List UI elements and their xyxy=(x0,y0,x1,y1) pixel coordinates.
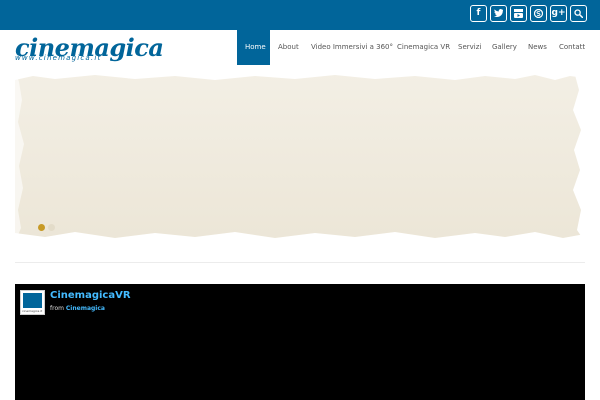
nav-item-video-immersivi[interactable]: Video Immersivi a 360° xyxy=(311,30,393,65)
video-from-label: from xyxy=(50,305,64,312)
channel-avatar[interactable]: cinemagica.it xyxy=(20,290,45,315)
channel-logo-tile xyxy=(23,293,42,308)
slider-dot-active[interactable] xyxy=(38,224,45,231)
facebook-icon[interactable]: f xyxy=(470,5,487,22)
logo[interactable]: cinemagica www.cinemagica.it xyxy=(15,36,187,66)
hero-slider[interactable] xyxy=(15,70,585,242)
nav-item-home[interactable]: Home xyxy=(237,30,270,65)
nav-item-news[interactable]: News xyxy=(528,30,547,65)
nav-item-contatti[interactable]: Contatti xyxy=(559,30,585,65)
video-title[interactable]: CinemagicaVR xyxy=(50,290,131,302)
nav-item-gallery[interactable]: Gallery xyxy=(492,30,517,65)
nav-item-servizi[interactable]: Servizi xyxy=(458,30,481,65)
logo-url: www.cinemagica.it xyxy=(15,54,102,62)
skype-icon[interactable] xyxy=(530,5,547,22)
search-icon[interactable] xyxy=(570,5,587,22)
video-author-link[interactable]: Cinemagica xyxy=(66,305,105,312)
section-divider xyxy=(15,262,585,263)
nav-item-about[interactable]: About xyxy=(278,30,299,65)
slider-dot[interactable] xyxy=(48,224,55,231)
youtube-icon[interactable] xyxy=(510,5,527,22)
channel-avatar-caption: cinemagica.it xyxy=(22,309,43,313)
video-byline: from Cinemagica xyxy=(50,305,105,313)
paper-texture xyxy=(15,70,585,242)
twitter-icon[interactable] xyxy=(490,5,507,22)
nav-item-cinemagica-vr[interactable]: Cinemagica VR xyxy=(397,30,450,65)
google-plus-icon[interactable]: g+ xyxy=(550,5,567,22)
